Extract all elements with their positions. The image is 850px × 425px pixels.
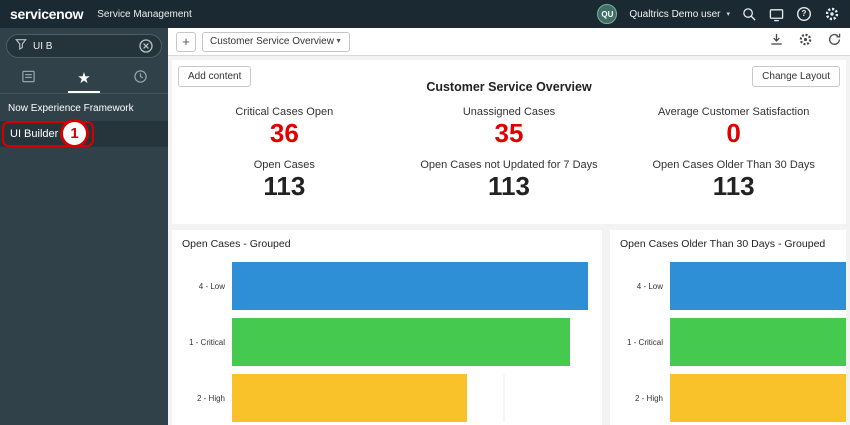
filter-icon — [15, 37, 27, 55]
servicenow-logo[interactable]: servicenow — [10, 6, 83, 22]
user-name[interactable]: Qualtrics Demo user — [629, 9, 720, 20]
bar[interactable] — [232, 318, 570, 366]
annotation-badge: 1 — [60, 119, 89, 148]
chat-icon[interactable] — [769, 7, 784, 22]
chart-track — [232, 262, 594, 310]
nav-section-label: Now Experience Framework — [0, 94, 168, 121]
ui-builder-label: UI Builder — [10, 128, 58, 140]
dashboard-title: Customer Service Overview — [172, 80, 846, 94]
kpi-label: Open Cases — [172, 159, 397, 171]
chart-title: Open Cases - Grouped — [182, 238, 594, 250]
chart-plot-area: 4 - Low 1 - Critical 2 - High — [180, 258, 594, 425]
sidebar: ★ Now Experience Framework UI Builder ↗ … — [0, 28, 168, 425]
sidebar-tabs: ★ — [0, 64, 168, 94]
chart-row: 1 - Critical — [618, 314, 846, 370]
dashboard-toolbar-icons — [769, 32, 842, 52]
category-label: 4 - Low — [180, 282, 232, 291]
kpi-open-cases[interactable]: Open Cases 113 — [172, 159, 397, 201]
kpi-open-cases-older-30-days[interactable]: Open Cases Older Than 30 Days 113 — [621, 159, 846, 201]
save-dashboard-icon[interactable] — [769, 32, 784, 52]
chart-row: 4 - Low — [180, 258, 594, 314]
product-name: Service Management — [97, 9, 192, 20]
bar[interactable] — [670, 374, 846, 422]
chart-track — [670, 262, 846, 310]
refresh-icon[interactable] — [827, 32, 842, 52]
kpi-value: 113 — [397, 172, 622, 201]
dashboard-toolbar: + Customer Service Overview ▼ — [168, 28, 850, 56]
bar[interactable] — [670, 318, 846, 366]
bar[interactable] — [232, 262, 588, 310]
sidebar-search-input[interactable] — [33, 41, 133, 52]
kpi-average-customer-satisfaction[interactable]: Average Customer Satisfaction 0 — [621, 106, 846, 148]
kpi-unassigned-cases[interactable]: Unassigned Cases 35 — [397, 106, 622, 148]
category-label: 4 - Low — [618, 282, 670, 291]
top-header: servicenow Service Management QU Qualtri… — [0, 0, 850, 28]
chart-track — [670, 374, 846, 422]
bar[interactable] — [670, 262, 846, 310]
kpi-critical-cases-open[interactable]: Critical Cases Open 36 — [172, 106, 397, 148]
dashboard-content: Add content Change Layout Customer Servi… — [168, 56, 850, 425]
kpi-label: Open Cases Older Than 30 Days — [621, 159, 846, 171]
kpi-label: Critical Cases Open — [172, 106, 397, 118]
user-avatar[interactable]: QU — [597, 4, 617, 24]
tab-favorites[interactable]: ★ — [56, 64, 112, 93]
kpi-grid: Critical Cases Open 36 Unassigned Cases … — [172, 106, 846, 200]
star-icon: ★ — [77, 71, 90, 86]
kpi-card: Add content Change Layout Customer Servi… — [172, 60, 846, 224]
chart-row: 4 - Low — [618, 258, 846, 314]
change-layout-button[interactable]: Change Layout — [752, 66, 840, 87]
help-icon[interactable]: ? — [796, 6, 812, 22]
user-menu-caret-icon[interactable]: ▾ — [726, 10, 730, 18]
tab-history[interactable] — [112, 64, 168, 93]
dashboard-settings-gear-icon[interactable] — [798, 32, 813, 52]
category-label: 2 - High — [618, 394, 670, 403]
chart-title: Open Cases Older Than 30 Days - Grouped — [620, 238, 846, 250]
clear-search-icon[interactable] — [139, 39, 153, 53]
logo-now-text: now — [56, 6, 83, 22]
chart-plot-area: 4 - Low 1 - Critical 2 - High — [618, 258, 846, 425]
kpi-value: 113 — [172, 172, 397, 201]
kpi-label: Open Cases not Updated for 7 Days — [397, 159, 622, 171]
chart-track — [670, 318, 846, 366]
kpi-value: 35 — [397, 119, 622, 148]
sidebar-search[interactable] — [6, 34, 162, 58]
kpi-open-cases-not-updated-7-days[interactable]: Open Cases not Updated for 7 Days 113 — [397, 159, 622, 201]
bar[interactable] — [232, 374, 467, 422]
tab-all-applications[interactable] — [0, 64, 56, 93]
help-question-glyph: ? — [796, 9, 812, 18]
add-dashboard-button[interactable]: + — [176, 32, 196, 52]
sidebar-item-ui-builder[interactable]: UI Builder ↗ 1 — [0, 121, 168, 147]
kpi-label: Unassigned Cases — [397, 106, 622, 118]
main-area: + Customer Service Overview ▼ Add conten… — [168, 28, 850, 425]
charts-row: Open Cases - Grouped 4 - Low 1 - Critical… — [172, 230, 846, 425]
chart-track — [232, 374, 594, 422]
kpi-value: 0 — [621, 119, 846, 148]
kpi-value: 113 — [621, 172, 846, 201]
category-label: 1 - Critical — [180, 338, 232, 347]
servicenow-app: servicenow Service Management QU Qualtri… — [0, 0, 850, 425]
gear-icon[interactable] — [824, 6, 840, 22]
chevron-down-icon: ▼ — [335, 38, 342, 45]
chart-open-cases-older-30-days-grouped: Open Cases Older Than 30 Days - Grouped … — [610, 230, 846, 425]
header-actions: QU Qualtrics Demo user ▾ ? — [597, 4, 840, 24]
chart-track — [232, 318, 594, 366]
category-label: 2 - High — [180, 394, 232, 403]
chart-row: 2 - High — [180, 370, 594, 425]
kpi-label: Average Customer Satisfaction — [621, 106, 846, 118]
search-icon[interactable] — [742, 7, 757, 22]
all-applications-icon — [21, 69, 36, 89]
logo-service-text: service — [10, 6, 56, 22]
add-content-button[interactable]: Add content — [178, 66, 251, 87]
category-label: 1 - Critical — [618, 338, 670, 347]
dashboard-selector[interactable]: Customer Service Overview ▼ — [202, 32, 350, 52]
chart-row: 1 - Critical — [180, 314, 594, 370]
chart-row: 2 - High — [618, 370, 846, 425]
kpi-value: 36 — [172, 119, 397, 148]
dashboard-selector-value: Customer Service Overview — [210, 36, 334, 47]
clock-icon — [133, 69, 148, 89]
chart-open-cases-grouped: Open Cases - Grouped 4 - Low 1 - Critical… — [172, 230, 602, 425]
